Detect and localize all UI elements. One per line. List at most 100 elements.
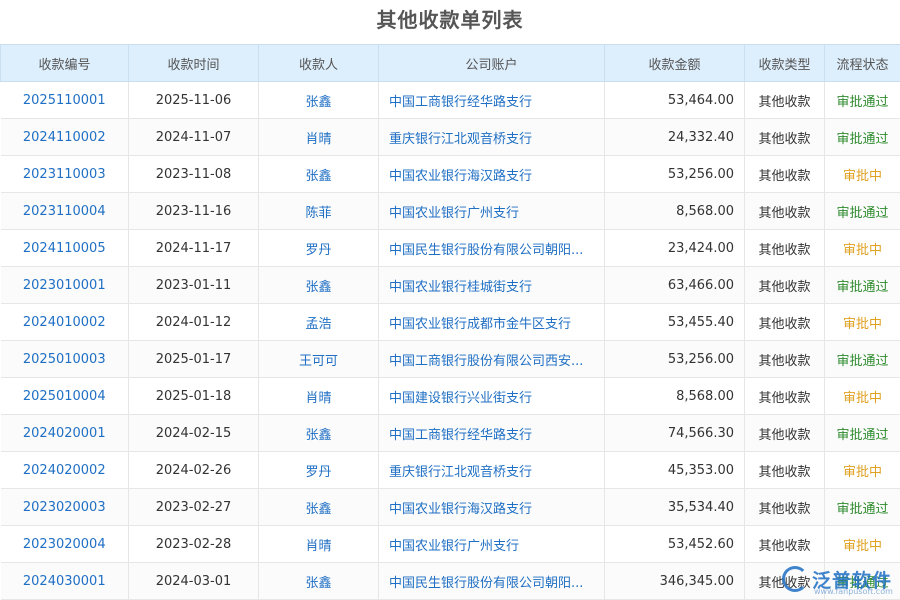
table-row[interactable]: 20230200032023-02-27张鑫中国农业银行海汉路支行35,534.…	[1, 489, 900, 526]
workflow-status: 审批中	[825, 378, 900, 415]
table-row[interactable]: 20251100012025-11-06张鑫中国工商银行经华路支行53,464.…	[1, 82, 900, 119]
payee-link[interactable]: 张鑫	[259, 563, 379, 600]
receipt-no-link[interactable]: 2025010003	[1, 341, 129, 378]
table-row[interactable]: 20230100012023-01-11张鑫中国农业银行桂城街支行63,466.…	[1, 267, 900, 304]
payee-link[interactable]: 张鑫	[259, 267, 379, 304]
payee-link[interactable]: 肖晴	[259, 378, 379, 415]
receipt-table: 收款编号 收款时间 收款人 公司账户 收款金额 收款类型 流程状态 202511…	[0, 44, 900, 600]
receipt-type: 其他收款	[745, 82, 825, 119]
workflow-status: 审批通过	[825, 193, 900, 230]
column-header-workflow-status[interactable]: 流程状态	[825, 45, 900, 82]
company-account-link[interactable]: 中国农业银行广州支行	[379, 193, 605, 230]
payee-link[interactable]: 孟浩	[259, 304, 379, 341]
receipt-type: 其他收款	[745, 304, 825, 341]
company-account-link[interactable]: 重庆银行江北观音桥支行	[379, 452, 605, 489]
company-account-link[interactable]: 中国农业银行桂城街支行	[379, 267, 605, 304]
table-row[interactable]: 20240300012024-03-01张鑫中国民生银行股份有限公司朝阳...3…	[1, 563, 900, 600]
receipt-amount: 53,452.60	[605, 526, 745, 563]
receipt-no-link[interactable]: 2025010004	[1, 378, 129, 415]
brand-logo-icon	[782, 566, 808, 592]
receipt-no-link[interactable]: 2024030001	[1, 563, 129, 600]
payee-link[interactable]: 张鑫	[259, 489, 379, 526]
company-account-link[interactable]: 中国民生银行股份有限公司朝阳...	[379, 563, 605, 600]
table-row[interactable]: 20240200022024-02-26罗丹重庆银行江北观音桥支行45,353.…	[1, 452, 900, 489]
receipt-no-link[interactable]: 2024020002	[1, 452, 129, 489]
table-row[interactable]: 20230200042023-02-28肖晴中国农业银行广州支行53,452.6…	[1, 526, 900, 563]
workflow-status: 审批通过	[825, 82, 900, 119]
receipt-type: 其他收款	[745, 119, 825, 156]
company-account-link[interactable]: 重庆银行江北观音桥支行	[379, 119, 605, 156]
company-account-link[interactable]: 中国农业银行广州支行	[379, 526, 605, 563]
receipt-amount: 8,568.00	[605, 378, 745, 415]
company-account-link[interactable]: 中国工商银行经华路支行	[379, 82, 605, 119]
column-header-receipt-type[interactable]: 收款类型	[745, 45, 825, 82]
payee-link[interactable]: 张鑫	[259, 415, 379, 452]
table-row[interactable]: 20231100032023-11-08张鑫中国农业银行海汉路支行53,256.…	[1, 156, 900, 193]
watermark-url: www.fanpusoft.com	[814, 587, 893, 596]
table-row[interactable]: 20240200012024-02-15张鑫中国工商银行经华路支行74,566.…	[1, 415, 900, 452]
brand-watermark: 泛普软件 www.fanpusoft.com	[782, 562, 892, 596]
workflow-status: 审批通过	[825, 489, 900, 526]
receipt-type: 其他收款	[745, 267, 825, 304]
receipt-type: 其他收款	[745, 452, 825, 489]
receipt-no-link[interactable]: 2023020004	[1, 526, 129, 563]
receipt-date: 2025-01-18	[129, 378, 259, 415]
column-header-amount[interactable]: 收款金额	[605, 45, 745, 82]
receipt-date: 2024-01-12	[129, 304, 259, 341]
company-account-link[interactable]: 中国农业银行海汉路支行	[379, 489, 605, 526]
receipt-no-link[interactable]: 2024010002	[1, 304, 129, 341]
payee-link[interactable]: 张鑫	[259, 82, 379, 119]
payee-link[interactable]: 肖晴	[259, 119, 379, 156]
receipt-amount: 53,256.00	[605, 341, 745, 378]
receipt-amount: 35,534.40	[605, 489, 745, 526]
receipt-no-link[interactable]: 2025110001	[1, 82, 129, 119]
receipt-no-link[interactable]: 2024110005	[1, 230, 129, 267]
receipt-no-link[interactable]: 2024020001	[1, 415, 129, 452]
receipt-no-link[interactable]: 2024110002	[1, 119, 129, 156]
table-row[interactable]: 20250100042025-01-18肖晴中国建设银行兴业街支行8,568.0…	[1, 378, 900, 415]
table-row[interactable]: 20231100042023-11-16陈菲中国农业银行广州支行8,568.00…	[1, 193, 900, 230]
receipt-amount: 24,332.40	[605, 119, 745, 156]
payee-link[interactable]: 张鑫	[259, 156, 379, 193]
receipt-date: 2023-11-08	[129, 156, 259, 193]
payee-link[interactable]: 陈菲	[259, 193, 379, 230]
company-account-link[interactable]: 中国农业银行海汉路支行	[379, 156, 605, 193]
receipt-no-link[interactable]: 2023020003	[1, 489, 129, 526]
company-account-link[interactable]: 中国工商银行股份有限公司西安...	[379, 341, 605, 378]
payee-link[interactable]: 罗丹	[259, 452, 379, 489]
receipt-amount: 63,466.00	[605, 267, 745, 304]
receipt-type: 其他收款	[745, 489, 825, 526]
receipt-no-link[interactable]: 2023010001	[1, 267, 129, 304]
company-account-link[interactable]: 中国农业银行成都市金牛区支行	[379, 304, 605, 341]
table-row[interactable]: 20250100032025-01-17王可可中国工商银行股份有限公司西安...…	[1, 341, 900, 378]
receipt-date: 2023-01-11	[129, 267, 259, 304]
company-account-link[interactable]: 中国建设银行兴业街支行	[379, 378, 605, 415]
receipt-amount: 23,424.00	[605, 230, 745, 267]
table-row[interactable]: 20241100022024-11-07肖晴重庆银行江北观音桥支行24,332.…	[1, 119, 900, 156]
column-header-receipt-date[interactable]: 收款时间	[129, 45, 259, 82]
company-account-link[interactable]: 中国民生银行股份有限公司朝阳...	[379, 230, 605, 267]
payee-link[interactable]: 罗丹	[259, 230, 379, 267]
receipt-date: 2023-11-16	[129, 193, 259, 230]
payee-link[interactable]: 王可可	[259, 341, 379, 378]
column-header-receipt-no[interactable]: 收款编号	[1, 45, 129, 82]
receipt-no-link[interactable]: 2023110004	[1, 193, 129, 230]
table-row[interactable]: 20240100022024-01-12孟浩中国农业银行成都市金牛区支行53,4…	[1, 304, 900, 341]
receipt-no-link[interactable]: 2023110003	[1, 156, 129, 193]
receipt-date: 2023-02-28	[129, 526, 259, 563]
workflow-status: 审批通过	[825, 267, 900, 304]
receipt-amount: 346,345.00	[605, 563, 745, 600]
receipt-amount: 53,455.40	[605, 304, 745, 341]
workflow-status: 审批中	[825, 230, 900, 267]
page-title: 其他收款单列表	[0, 0, 900, 44]
receipt-amount: 8,568.00	[605, 193, 745, 230]
column-header-company-account[interactable]: 公司账户	[379, 45, 605, 82]
workflow-status: 审批中	[825, 452, 900, 489]
company-account-link[interactable]: 中国工商银行经华路支行	[379, 415, 605, 452]
table-row[interactable]: 20241100052024-11-17罗丹中国民生银行股份有限公司朝阳...2…	[1, 230, 900, 267]
payee-link[interactable]: 肖晴	[259, 526, 379, 563]
receipt-date: 2024-02-15	[129, 415, 259, 452]
receipt-amount: 74,566.30	[605, 415, 745, 452]
column-header-payee[interactable]: 收款人	[259, 45, 379, 82]
receipt-type: 其他收款	[745, 341, 825, 378]
